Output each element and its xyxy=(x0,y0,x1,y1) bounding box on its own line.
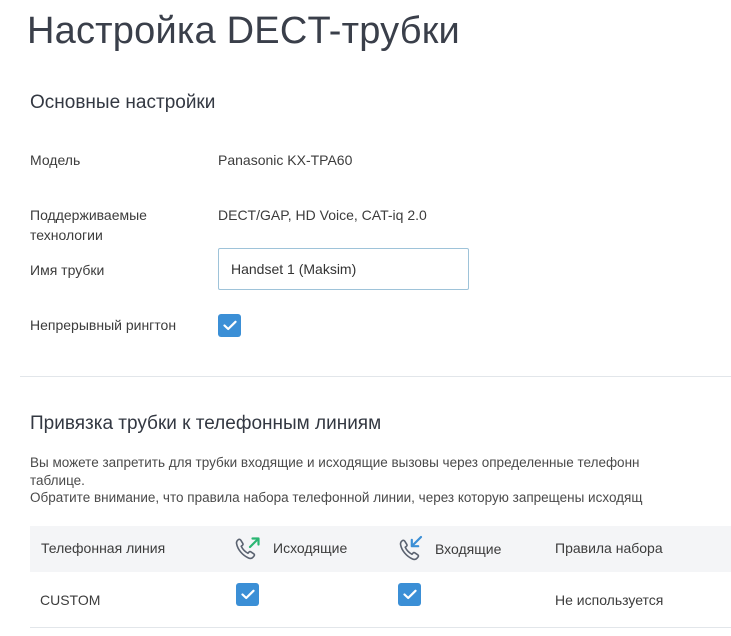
column-header-incoming: Входящие xyxy=(435,541,502,557)
table-row-divider xyxy=(30,627,731,628)
check-icon xyxy=(222,320,237,331)
description-line: Вы можете запретить для трубки входящие … xyxy=(30,455,640,470)
column-header-outgoing: Исходящие xyxy=(273,540,348,556)
model-value: Panasonic KX-TPA60 xyxy=(218,152,353,168)
check-icon xyxy=(402,589,417,600)
basic-settings-title: Основные настройки xyxy=(30,92,216,113)
page-title: Настройка DECT-трубки xyxy=(27,10,460,52)
row-dial-rules: Не используется xyxy=(555,592,664,608)
column-header-line: Телефонная линия xyxy=(41,540,166,556)
handset-name-input[interactable] xyxy=(218,248,469,290)
column-header-dial-rules: Правила набора xyxy=(555,540,663,556)
row-line-name: CUSTOM xyxy=(40,592,101,608)
description-line: таблице. xyxy=(30,472,85,488)
model-label: Модель xyxy=(30,152,81,168)
section-divider xyxy=(20,376,731,377)
check-icon xyxy=(240,589,255,600)
tech-value: DECT/GAP, HD Voice, CAT-iq 2.0 xyxy=(218,207,427,223)
dect-settings-page: Настройка DECT-трубки Основные настройки… xyxy=(0,0,731,636)
tech-label: Поддерживаемые технологии xyxy=(30,207,147,243)
ringtone-label: Непрерывный рингтон xyxy=(30,317,177,333)
outgoing-checkbox[interactable] xyxy=(236,583,259,606)
ringtone-checkbox[interactable] xyxy=(218,314,241,337)
handset-name-label: Имя трубки xyxy=(30,262,105,278)
description-line: Обратите внимание, что правила набора те… xyxy=(30,490,643,505)
phone-incoming-icon xyxy=(398,535,426,566)
incoming-checkbox[interactable] xyxy=(398,583,421,606)
phone-outgoing-icon xyxy=(234,536,262,567)
binding-description: Вы можете запретить для трубки входящие … xyxy=(30,454,731,507)
binding-section-title: Привязка трубки к телефонным линиям xyxy=(30,413,382,434)
